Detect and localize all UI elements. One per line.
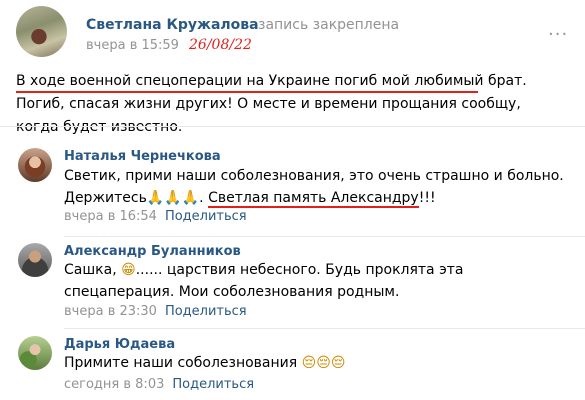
grinning-face-emoji: 😁 xyxy=(121,262,136,278)
praying-hands-emoji: 🙏🙏🙏 xyxy=(146,190,200,206)
three-dots-icon[interactable]: ··· xyxy=(548,24,568,45)
handwritten-date-annotation: 26/08/22 xyxy=(189,37,252,53)
post-divider xyxy=(0,126,585,127)
comment-time[interactable]: вчера в 16:54 xyxy=(64,209,157,224)
pinned-label: запись закреплена xyxy=(258,17,400,33)
comment-meta: вчера в 16:54 Поделиться xyxy=(64,209,247,224)
share-link[interactable]: Поделиться xyxy=(165,209,247,224)
comment-text: Светик, прими наши соболезнования, это о… xyxy=(64,165,569,209)
comment-text-part: . xyxy=(199,190,209,206)
comment-time[interactable]: вчера в 23:30 xyxy=(64,304,157,319)
comment: Наталья Чернечкова Светик, прими наши со… xyxy=(0,140,585,236)
comment-meta: сегодня в 8:03 Поделиться xyxy=(64,377,254,392)
comment-text: Сашка, 😁...... царствия небесного. Будь … xyxy=(64,259,569,303)
comment-time[interactable]: сегодня в 8:03 xyxy=(64,377,164,392)
post-time[interactable]: вчера в 15:59 xyxy=(86,38,179,53)
comment-meta: вчера в 23:30 Поделиться xyxy=(64,304,247,319)
pensive-face-emoji: 😔😔😔 xyxy=(301,355,346,371)
comment-author[interactable]: Александр Буланников xyxy=(64,244,241,259)
comment-text-part: !!! xyxy=(418,190,436,206)
share-link[interactable]: Поделиться xyxy=(165,304,247,319)
comment-author[interactable]: Дарья Юдаева xyxy=(64,337,175,352)
post-text: В ходе военной спецоперации на Украине п… xyxy=(16,73,527,135)
commenter-avatar[interactable] xyxy=(18,148,52,182)
comment-text: Примите наши соболезнования 😔😔😔 xyxy=(64,352,569,374)
comment-highlighted-text: Светлая память Александру xyxy=(208,190,419,208)
share-link[interactable]: Поделиться xyxy=(172,377,254,392)
comment: Александр Буланников Сашка, 😁...... царс… xyxy=(0,236,585,328)
comment-author[interactable]: Наталья Чернечкова xyxy=(64,149,221,164)
comment-text-part: Сашка, xyxy=(64,262,122,278)
author-avatar[interactable] xyxy=(16,6,67,57)
red-underline-annotation xyxy=(16,91,478,93)
comment: Дарья Юдаева Примите наши соболезнования… xyxy=(0,328,585,400)
post-header: Светлана Кружалова запись закреплена вче… xyxy=(0,0,585,62)
commenter-avatar[interactable] xyxy=(18,336,52,370)
comment-text-part: Примите наши соболезнования xyxy=(64,355,302,371)
post-author-name[interactable]: Светлана Кружалова xyxy=(86,17,259,33)
commenter-avatar[interactable] xyxy=(18,243,52,277)
